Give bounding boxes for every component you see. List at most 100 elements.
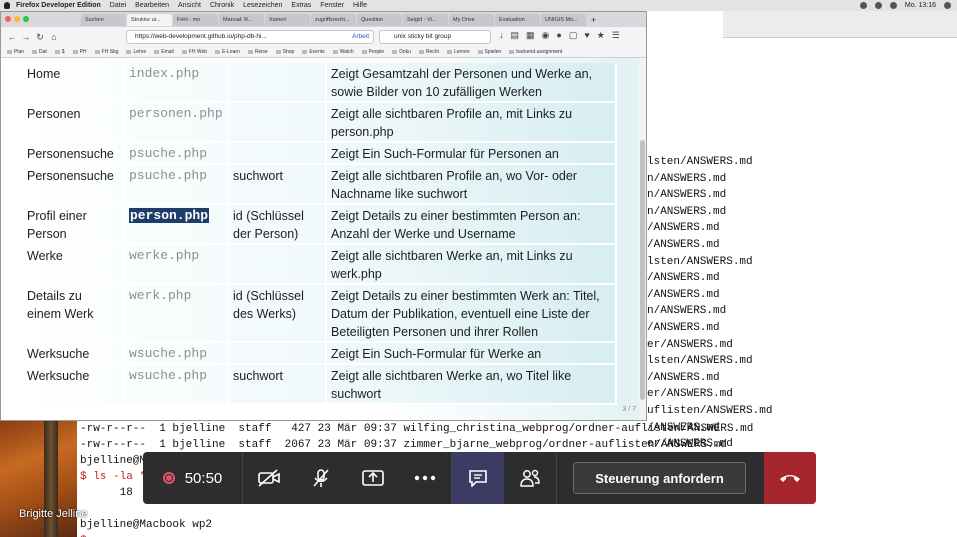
browser-tab[interactable]: Question [357, 14, 402, 26]
table-row: Home index.php Zeigt Gesamtzahl der Person… [23, 63, 617, 103]
minimize-window-icon[interactable] [14, 16, 20, 22]
bookmark-item[interactable]: E-Learn [215, 47, 240, 57]
home-icon[interactable]: ⌂ [47, 32, 61, 42]
desc-cell-text: Zeigt Ein Such-Formular für Werke an [331, 347, 542, 361]
share-button[interactable] [347, 452, 399, 504]
menu-icon[interactable]: ☰ [612, 30, 620, 41]
browser-tab[interactable]: Manual: R... [219, 14, 264, 26]
extension-icon[interactable]: ● [556, 30, 561, 41]
menubar-clock[interactable]: Mo. 13:16 [905, 0, 936, 11]
close-window-icon[interactable] [5, 16, 11, 22]
request-control-button[interactable]: Steuerung anfordern [573, 462, 746, 494]
reload-icon[interactable]: ↻ [33, 32, 47, 43]
hangup-button[interactable] [764, 452, 816, 504]
bookmark-item[interactable]: Lehre [126, 47, 146, 57]
new-tab-icon[interactable]: + [591, 14, 596, 26]
browser-tab[interactable]: Selgid - Vi... [403, 14, 448, 26]
bookmark-item[interactable]: FH Web [182, 47, 207, 57]
file-cell-text: index.php [129, 66, 200, 81]
file-cell-text: werke.php [129, 248, 200, 263]
bookmark-item[interactable]: Recht [419, 47, 439, 57]
screenshot-icon[interactable]: ▢ [569, 30, 578, 41]
menu-fenster[interactable]: Fenster [320, 0, 344, 11]
back-icon[interactable]: ← [5, 32, 19, 42]
url-bar[interactable]: https://web-development.github.io/php-db… [126, 30, 374, 44]
forward-icon[interactable]: → [19, 32, 33, 42]
browser-tab[interactable]: Fehl - mo [173, 14, 218, 26]
bookmark-item[interactable]: Doku [392, 47, 411, 57]
bookmark-item[interactable]: People [362, 47, 385, 57]
file-cell-text: personen.php [129, 106, 223, 121]
bookmark-item[interactable]: $ [55, 47, 65, 57]
terminal-line: $ ls -la * [80, 471, 147, 483]
chat-button[interactable] [452, 452, 504, 504]
terminal-line: /ANSWERS.md [647, 272, 720, 285]
spotlight-icon[interactable] [944, 2, 951, 9]
volume-icon[interactable] [889, 2, 897, 9]
terminal-line: er/ANSWERS.md [647, 338, 733, 351]
terminal-line: /ANSWERS.md [647, 322, 720, 334]
scrollbar[interactable] [639, 58, 646, 420]
mic-button[interactable] [295, 452, 347, 504]
menu-bearbeiten[interactable]: Bearbeiten [135, 0, 169, 11]
file-cell-text: psuche.php [129, 168, 208, 183]
bookmark-icon[interactable]: ★ [597, 30, 605, 41]
browser-tab[interactable]: UNIGIS Mo... [541, 14, 586, 26]
sync-icon[interactable]: ◉ [542, 30, 550, 41]
desc-cell: Zeigt alle sichtbaren Werke an, mit Link… [327, 245, 617, 285]
bookmark-item[interactable]: backend-assignment [509, 47, 562, 57]
browser-tab[interactable]: Suchen [81, 14, 126, 26]
menu-ansicht[interactable]: Ansicht [178, 0, 201, 11]
download-icon[interactable]: ↓ [499, 30, 504, 41]
bookmark-item[interactable]: Lernen [447, 47, 470, 57]
terminal-line: lsten/ANSWERS.md [647, 255, 753, 268]
page-viewport[interactable]: Home index.php Zeigt Gesamtzahl der Person… [1, 58, 646, 420]
pocket-icon[interactable]: ♥ [584, 30, 589, 41]
bookmark-item[interactable]: Spielen [478, 47, 502, 57]
status-icon[interactable] [859, 2, 867, 9]
file-cell-text: person.php [129, 208, 210, 223]
bookmark-item[interactable]: FH Sbg [95, 47, 119, 57]
browser-tab[interactable]: Struktur ui... [127, 14, 172, 26]
participants-button[interactable] [504, 452, 556, 504]
terminal-tab-strip [723, 11, 957, 38]
browser-tab[interactable]: Xameri [265, 14, 310, 26]
bookmark-item[interactable]: PH [73, 47, 87, 57]
search-input[interactable]: unix sticky bit group [379, 30, 491, 44]
bookmark-item[interactable]: Dat [32, 47, 47, 57]
terminal-line: /ANSWERS.md [647, 288, 720, 301]
wifi-icon[interactable] [874, 2, 882, 9]
reader-icon[interactable]: ▦ [526, 30, 535, 41]
zoom-window-icon[interactable] [23, 16, 29, 22]
camera-button[interactable] [243, 452, 295, 504]
bookmark-item[interactable]: Watch [333, 47, 354, 57]
bookmark-item[interactable]: Plan [7, 47, 24, 57]
terminal-line: /ANSWERS.md [647, 371, 720, 384]
meeting-controls: 50:50 Steuerung anfordern [143, 452, 816, 504]
browser-tab[interactable]: My Drive [449, 14, 494, 26]
menubar-app-name[interactable]: Firefox Developer Edition [16, 0, 101, 11]
browser-tab[interactable]: Evaluation [495, 14, 540, 26]
url-text: https://web-development.github.io/php-db… [135, 33, 267, 40]
menu-lesezeichen[interactable]: Lesezeichen [243, 0, 282, 11]
scrollbar-thumb[interactable] [640, 140, 645, 400]
bookmark-item[interactable]: Reise [248, 47, 268, 57]
apple-icon[interactable] [4, 2, 10, 9]
table-row: Personen personen.php Zeigt alle sichtbare… [23, 103, 617, 143]
menu-chronik[interactable]: Chronik [210, 0, 234, 11]
table-row: Werke werke.php Zeigt alle sichtbaren Werk… [23, 245, 617, 285]
page-cell-text: Werksuche [27, 369, 90, 383]
more-button[interactable] [399, 452, 451, 504]
menu-datei[interactable]: Datei [110, 0, 126, 11]
file-cell: index.php [125, 63, 229, 103]
bookmark-item[interactable]: Email [154, 47, 174, 57]
bookmark-item[interactable]: Shop [276, 47, 295, 57]
page-cell-text: Werksuche [27, 347, 90, 361]
menu-hilfe[interactable]: Hilfe [353, 0, 367, 11]
bookmark-item[interactable]: Events [302, 47, 324, 57]
browser-tab[interactable]: zugriffsrecht... [311, 14, 356, 26]
library-icon[interactable]: ▤ [511, 30, 520, 41]
menu-extras[interactable]: Extras [291, 0, 311, 11]
desc-cell-text: Zeigt alle sichtbaren Profile an, wo Vor… [331, 169, 577, 201]
param-cell [229, 143, 327, 165]
